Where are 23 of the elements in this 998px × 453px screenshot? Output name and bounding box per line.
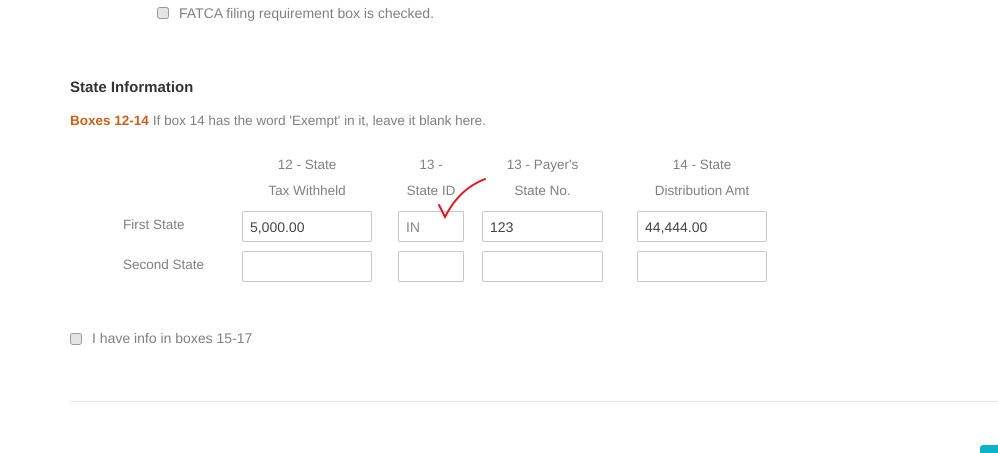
row-label: First State [123, 216, 186, 234]
input-field[interactable]: 123 [482, 211, 603, 242]
input-field[interactable]: 5,000.00 [242, 211, 372, 242]
instruction-text: If box 14 has the word 'Exempt' in it, leave it blank here. [152, 112, 486, 130]
column-header: 14 - State Distribution Amt [654, 156, 750, 200]
boxes-label: Boxes 12-14 [70, 112, 149, 130]
checkbox-label: FATCA filing requirement box is checked. [179, 4, 434, 23]
input-field[interactable] [398, 251, 464, 282]
checkmark-icon [437, 177, 487, 219]
checkbox-label: I have info in boxes 15-17 [92, 329, 252, 348]
column-header: 13 - Payer's State No. [506, 156, 580, 200]
section-heading: State Information [70, 78, 194, 98]
input-field[interactable]: 44,444.00 [637, 211, 767, 242]
input-field[interactable] [242, 251, 372, 282]
column-header: 12 - State Tax Withheld [267, 156, 347, 200]
row-label: Second State [123, 256, 206, 274]
input-field[interactable] [637, 251, 767, 282]
input-field[interactable] [482, 251, 603, 282]
column-header: 13 - State ID [406, 156, 456, 200]
action-button[interactable] [980, 445, 998, 453]
checkbox[interactable] [70, 332, 82, 344]
checkbox[interactable] [157, 7, 169, 19]
input-field[interactable]: IN [398, 211, 464, 242]
